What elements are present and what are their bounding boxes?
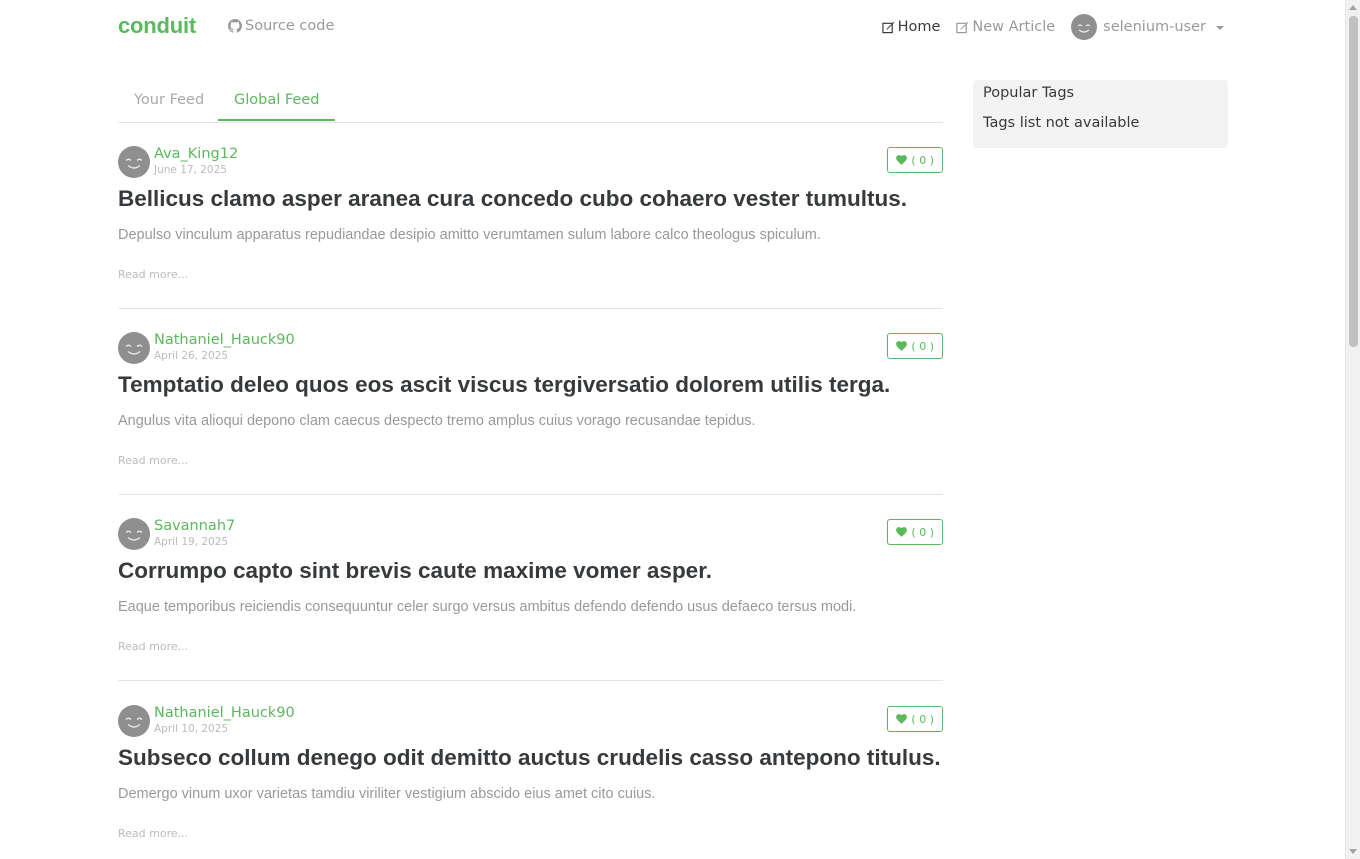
- smiley-icon: [125, 717, 143, 728]
- article-title[interactable]: Temptatio deleo quos eos ascit viscus te…: [118, 372, 943, 398]
- author-avatar[interactable]: [118, 332, 150, 364]
- tab-global-feed[interactable]: Global Feed: [218, 92, 336, 121]
- article-preview: Nathaniel_Hauck90 April 10, 2025 ( 0 ) S…: [118, 681, 943, 859]
- read-more-link[interactable]: Read more...: [118, 640, 188, 653]
- nav-links: Home New Article selenium-user: [866, 14, 1224, 40]
- tab-your-feed[interactable]: Your Feed: [134, 92, 204, 108]
- author-link[interactable]: Nathaniel_Hauck90: [154, 705, 295, 721]
- chevron-down-icon: [1216, 26, 1224, 30]
- user-avatar: [1071, 14, 1098, 40]
- read-more-link[interactable]: Read more...: [118, 827, 188, 840]
- nav-new-article-label: New Article: [972, 19, 1056, 35]
- edit-icon: [881, 21, 894, 33]
- article-preview: Nathaniel_Hauck90 April 26, 2025 ( 0 ) T…: [118, 308, 943, 495]
- sidebar-title: Popular Tags: [983, 85, 1075, 101]
- smiley-icon: [125, 344, 143, 355]
- page: conduit Source code Home New Article sel…: [0, 0, 1345, 859]
- source-code-link[interactable]: Source code: [228, 18, 334, 34]
- navbar: conduit Source code Home New Article sel…: [0, 0, 1345, 56]
- edit-icon: [956, 21, 969, 33]
- favorite-button[interactable]: ( 0 ): [887, 333, 943, 359]
- nav-home[interactable]: Home: [881, 19, 941, 35]
- username-label: selenium-user: [1103, 19, 1206, 35]
- article-preview: Savannah7 April 19, 2025 ( 0 ) Corrumpo …: [118, 494, 943, 681]
- favorite-count: ( 0 ): [911, 712, 934, 726]
- smiley-icon: [125, 158, 143, 169]
- scroll-up-icon[interactable]: [1349, 5, 1357, 10]
- scrollbar-thumb[interactable]: [1349, 16, 1358, 347]
- heart-icon: [896, 341, 908, 351]
- favorite-button[interactable]: ( 0 ): [887, 706, 943, 732]
- article-title[interactable]: Bellicus clamo asper aranea cura concedo…: [118, 186, 943, 212]
- author-link[interactable]: Nathaniel_Hauck90: [154, 332, 295, 348]
- vertical-scrollbar[interactable]: [1345, 0, 1360, 859]
- article-date: April 26, 2025: [154, 350, 229, 362]
- article-title[interactable]: Subseco collum denego odit demitto auctu…: [118, 745, 943, 771]
- author-avatar[interactable]: [118, 518, 150, 550]
- author-link[interactable]: Savannah7: [154, 518, 235, 534]
- article-date: June 17, 2025: [154, 164, 227, 176]
- article-date: April 19, 2025: [154, 536, 229, 548]
- read-more-link[interactable]: Read more...: [118, 268, 188, 281]
- article-description[interactable]: Angulus vita alioqui depono clam caecus …: [118, 413, 943, 429]
- nav-new-article[interactable]: New Article: [956, 19, 1055, 35]
- github-icon: [228, 19, 242, 33]
- brand-logo[interactable]: conduit: [118, 13, 196, 39]
- heart-icon: [896, 714, 908, 724]
- article-description[interactable]: Eaque temporibus reiciendis consequuntur…: [118, 599, 943, 615]
- article-description[interactable]: Demergo vinum uxor varietas tamdiu viril…: [118, 786, 943, 802]
- favorite-count: ( 0 ): [911, 339, 934, 353]
- scroll-down-icon[interactable]: [1349, 849, 1357, 854]
- feed-toggle: Your Feed Global Feed: [118, 80, 943, 123]
- smiley-icon: [1077, 24, 1091, 33]
- favorite-count: ( 0 ): [911, 153, 934, 167]
- favorite-button[interactable]: ( 0 ): [887, 147, 943, 173]
- heart-icon: [896, 527, 908, 537]
- author-avatar[interactable]: [118, 146, 150, 178]
- user-menu[interactable]: selenium-user: [1071, 14, 1224, 40]
- read-more-link[interactable]: Read more...: [118, 454, 188, 467]
- tags-empty-message: Tags list not available: [983, 115, 1140, 131]
- popular-tags-sidebar: Popular Tags Tags list not available: [973, 80, 1228, 148]
- smiley-icon: [125, 530, 143, 541]
- article-title[interactable]: Corrumpo capto sint brevis caute maxime …: [118, 558, 943, 584]
- author-avatar[interactable]: [118, 705, 150, 737]
- article-preview: Ava_King12 June 17, 2025 ( 0 ) Bellicus …: [118, 122, 943, 309]
- article-description[interactable]: Depulso vinculum apparatus repudiandae d…: [118, 227, 943, 243]
- nav-home-label: Home: [897, 19, 941, 35]
- author-link[interactable]: Ava_King12: [154, 146, 238, 162]
- article-date: April 10, 2025: [154, 723, 229, 735]
- favorite-button[interactable]: ( 0 ): [887, 519, 943, 545]
- heart-icon: [896, 155, 908, 165]
- favorite-count: ( 0 ): [911, 525, 934, 539]
- source-code-label: Source code: [245, 18, 335, 34]
